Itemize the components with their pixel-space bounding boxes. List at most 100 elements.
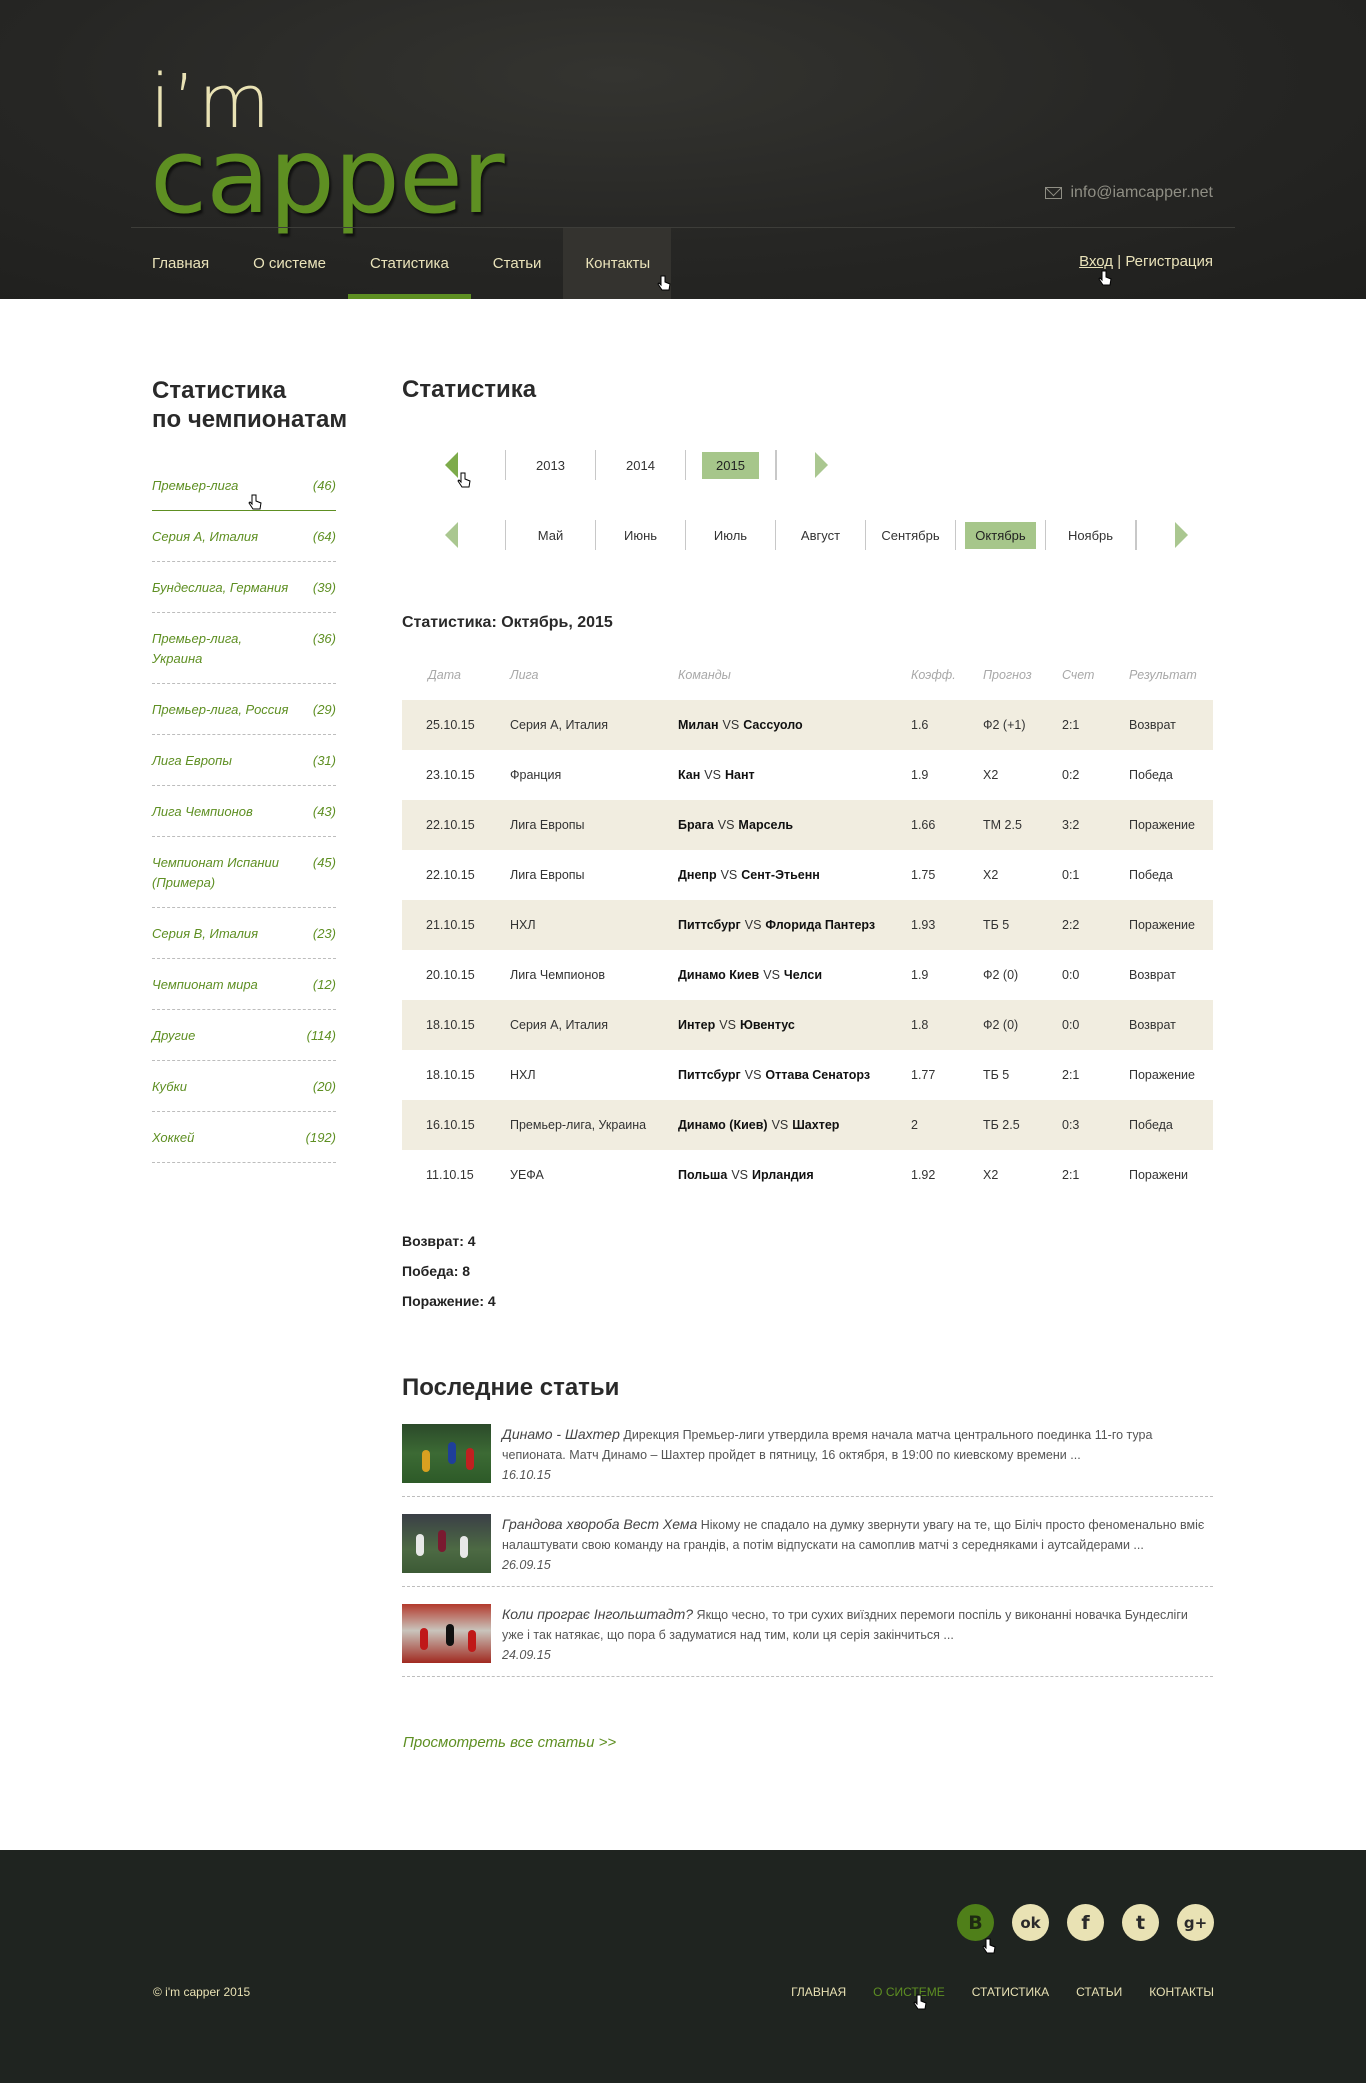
sidebar-item[interactable]: Лига Чемпионов (43) [152,798,336,837]
cell-teams: Польша VS Ирландия [666,1150,899,1200]
cell-forecast: Ф2 (0) [971,1000,1050,1050]
sidebar-item[interactable]: Премьер-лига, Украина (36) [152,625,336,684]
month-label: Июнь [623,527,658,543]
col-score: Счет [1062,668,1095,682]
article-item[interactable]: Коли програє Інгольштадт? Якщо чесно, то… [402,1600,1213,1677]
article-item[interactable]: Грандова хвороба Вест Хема Нікому не спа… [402,1510,1213,1587]
article-date: 24.09.15 [502,1648,551,1662]
month-next-arrow-icon[interactable] [1175,522,1188,548]
team-home: Брага [678,818,714,832]
cell-league: Серия А, Италия [498,700,666,750]
nav-item-articles[interactable]: Статьи [471,228,564,299]
cell-teams: Днепр VS Сент-Этьенн [666,850,899,900]
footer-nav-statistics[interactable]: СТАТИСТИКА [972,1985,1049,1999]
auth-links: Вход | Регистрация [1079,253,1213,270]
twitter-icon[interactable]: t [1122,1904,1159,1941]
sidebar-item[interactable]: Премьер-лига (46) [152,472,336,511]
nav-item-statistics[interactable]: Статистика [348,228,471,299]
sidebar-item-count: (64) [312,529,336,544]
month-november[interactable]: Ноябрь [1045,520,1135,550]
month-october[interactable]: Октябрь [955,520,1045,550]
article-title[interactable]: Динамо - Шахтер [502,1426,620,1442]
sidebar-item[interactable]: Чемпионат Испании (Примера) (45) [152,849,336,908]
cell-result: Возврат [1129,968,1176,982]
sidebar-item[interactable]: Серия В, Италия (23) [152,920,336,959]
footer-nav-home[interactable]: ГЛАВНАЯ [791,1985,846,1999]
team-home: Динамо (Киев) [678,1118,768,1132]
table-row: 25.10.15 Серия А, Италия Милан VS Сассуоло 1.… [402,700,1213,750]
team-away: Оттава Сенаторз [765,1068,871,1082]
team-away: Нант [724,768,755,782]
vs-label: VS [720,868,738,882]
month-may[interactable]: Май [505,520,595,550]
table-row: 18.10.15 Серия А, Италия Интер VS Ювентус 1.8… [402,1000,1213,1050]
vk-icon[interactable]: В [957,1904,994,1941]
month-label: Июль [713,527,748,543]
article-thumbnail[interactable] [402,1514,491,1573]
cell-result: Победа [1129,768,1173,782]
cell-league: УЕФА [510,1168,544,1182]
cell-coef: 1.66 [899,800,971,850]
cell-result: Поражени [1129,1168,1189,1182]
month-label: Сентябрь [881,527,940,543]
table-row: 11.10.15 УЕФА Польша VS Ирландия 1.92 Х2 2:1 Пор… [402,1150,1213,1200]
cell-result: Поражение [1117,900,1213,950]
vs-label: VS [763,968,780,982]
sidebar-title-line2: по чемпионатам [152,406,348,433]
month-slider: Май Июнь Июль Август Сентябрь Октябрь Но… [445,515,1188,555]
article-thumbnail[interactable] [402,1604,491,1663]
nav-item-about[interactable]: О системе [231,228,348,299]
month-august[interactable]: Август [775,520,865,550]
google-plus-icon[interactable]: g+ [1177,1904,1214,1941]
cell-date: 23.10.15 [426,768,475,782]
month-september[interactable]: Сентябрь [865,520,955,550]
month-june[interactable]: Июнь [595,520,685,550]
month-label: Май [537,527,564,543]
logo[interactable]: i’m capper [150,65,505,228]
sidebar-item[interactable]: Хоккей (192) [152,1124,336,1163]
cell-score: 0:1 [1062,868,1080,882]
latest-articles-title: Последние статьи [402,1374,620,1401]
sidebar-item[interactable]: Чемпионат мира (12) [152,971,336,1010]
year-2015[interactable]: 2015 [685,450,775,480]
sidebar-item[interactable]: Бундеслига, Германия (39) [152,574,336,613]
article-title[interactable]: Грандова хвороба Вест Хема [502,1516,697,1532]
all-articles-link[interactable]: Просмотреть все статьи >> [403,1734,616,1751]
nav-item-home[interactable]: Главная [130,228,231,299]
year-prev-arrow-icon[interactable] [445,452,458,478]
cell-date: 22.10.15 [426,868,475,882]
facebook-icon[interactable]: f [1067,1904,1104,1941]
sidebar-item[interactable]: Серия А, Италия (64) [152,523,336,562]
article-title[interactable]: Коли програє Інгольштадт? [502,1606,693,1622]
year-2013[interactable]: 2013 [505,450,595,480]
sidebar-item[interactable]: Другие (114) [152,1022,336,1061]
month-july[interactable]: Июль [685,520,775,550]
team-home: Кан [678,768,701,782]
cell-score: 0:2 [1062,768,1080,782]
footer-nav-contacts[interactable]: КОНТАКТЫ [1149,1985,1214,1999]
player-figure [422,1450,430,1472]
cell-date: 18.10.15 [402,1000,498,1050]
month-prev-arrow-icon[interactable] [445,522,458,548]
contact-email[interactable]: info@iamcapper.net [1045,184,1213,202]
team-away: Сент-Этьенн [741,868,820,882]
article-thumbnail[interactable] [402,1424,491,1483]
cell-score: 2:1 [1062,1068,1080,1082]
vs-label: VS [704,768,721,782]
sidebar-item[interactable]: Премьер-лига, Россия (29) [152,696,336,735]
vs-label: VS [719,1018,736,1032]
sidebar-item[interactable]: Лига Европы (31) [152,747,336,786]
footer-nav-about[interactable]: О СИСТЕМЕ [873,1985,945,1999]
year-2014[interactable]: 2014 [595,450,685,480]
register-link[interactable]: Регистрация [1125,253,1213,270]
footer-nav-articles[interactable]: СТАТЬИ [1076,1985,1122,1999]
article-item[interactable]: Динамо - Шахтер Дирекция Премьер-лиги ут… [402,1420,1213,1497]
table-row: 18.10.15 НХЛ Питтсбург VS Оттава Сенаторз 1.7… [402,1050,1213,1100]
cell-teams: Динамо (Киев) VS Шахтер [666,1100,899,1150]
nav-item-contacts[interactable]: Контакты [563,228,672,299]
login-link[interactable]: Вход [1079,253,1113,270]
odnoklassniki-icon[interactable]: ok [1012,1904,1049,1941]
team-away: Марсель [738,818,794,832]
year-next-arrow-icon[interactable] [815,452,828,478]
sidebar-item[interactable]: Кубки (20) [152,1073,336,1112]
